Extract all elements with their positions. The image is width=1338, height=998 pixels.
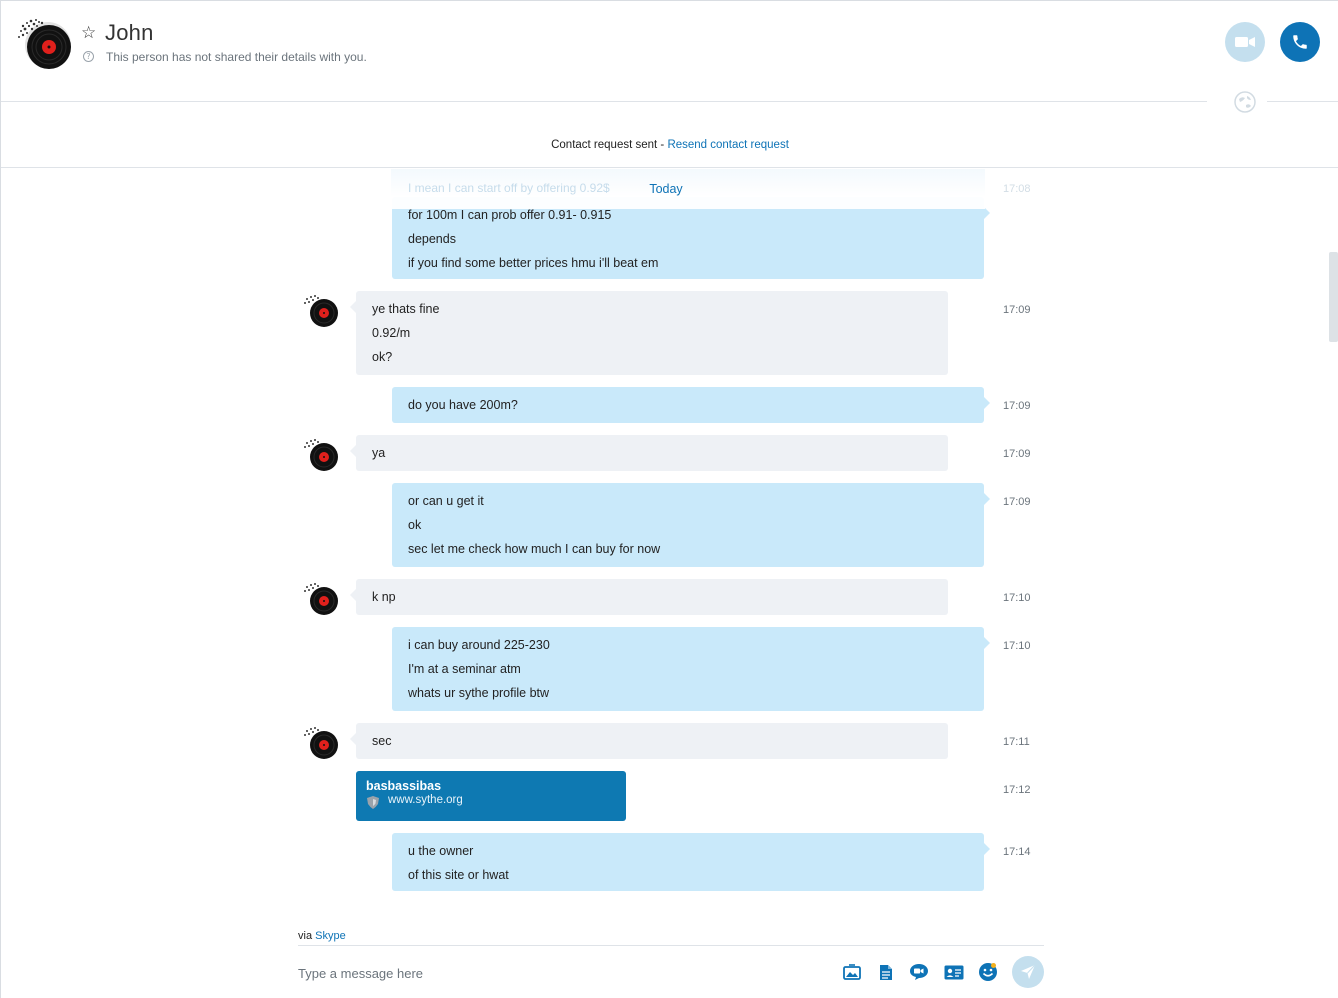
emoticon-button[interactable]: [978, 962, 998, 982]
resend-request-link[interactable]: Resend contact request: [667, 139, 788, 151]
message-line: ye thats fine: [372, 302, 440, 316]
message-outgoing[interactable]: i can buy around 225-230 I'm at a semina…: [392, 627, 990, 711]
message-line: or can u get it: [408, 494, 484, 508]
message-line: depends: [408, 232, 456, 246]
shield-icon: [367, 796, 379, 809]
via-label: via Skype: [298, 930, 346, 942]
message-line: ya: [372, 446, 386, 460]
emoticon-icon: [979, 963, 997, 981]
favorite-star-icon[interactable]: ☆: [81, 23, 96, 43]
sender-avatar[interactable]: [301, 725, 341, 761]
sender-avatar[interactable]: [301, 581, 341, 617]
contact-request-banner: Contact request sent - Resend contact re…: [1, 103, 1338, 168]
message-line: sec let me check how much I can buy for …: [408, 542, 661, 556]
message-outgoing[interactable]: or can u get it ok sec let me check how …: [392, 483, 990, 567]
message-timestamp: 17:09: [1003, 496, 1031, 508]
link-url[interactable]: www.sythe.org: [366, 794, 616, 809]
message-incoming[interactable]: ye thats fine 0.92/m ok?: [350, 291, 948, 375]
sender-avatar[interactable]: [301, 437, 341, 473]
message-timestamp: 17:11: [1003, 736, 1030, 748]
message-line: if you find some better prices hmu i'll …: [408, 256, 659, 270]
video-camera-icon: [1235, 37, 1255, 47]
message-line: i can buy around 225-230: [408, 638, 550, 652]
send-message-button[interactable]: [1012, 956, 1044, 988]
chat-window: ☆ John ? This person has not shared thei…: [0, 0, 1338, 998]
message-list[interactable]: for 100m I can prob offer 0.91- 0.915 de…: [1, 169, 1338, 929]
message-timestamp: 17:12: [1003, 784, 1031, 796]
message-timestamp: 17:09: [1003, 448, 1031, 460]
question-icon: ?: [83, 51, 94, 62]
audio-call-button[interactable]: [1280, 22, 1320, 62]
message-line: whats ur sythe profile btw: [408, 686, 550, 700]
link-preview-card[interactable]: basbassibas www.sythe.org: [356, 771, 626, 821]
send-arrow-icon: [1021, 964, 1036, 979]
message-timestamp: 17:10: [1003, 640, 1031, 652]
contact-avatar[interactable]: [15, 17, 73, 71]
contact-card-icon: [944, 965, 964, 979]
message-timestamp: 17:09: [1003, 400, 1031, 412]
message-line: sec: [372, 734, 392, 748]
message-input[interactable]: [298, 963, 818, 983]
media-icon: [843, 964, 861, 980]
video-message-button[interactable]: [909, 962, 929, 982]
send-contact-button[interactable]: [944, 962, 964, 982]
send-media-button[interactable]: [842, 962, 862, 982]
file-icon: [880, 964, 892, 980]
message-line: k np: [372, 590, 396, 604]
sender-avatar[interactable]: [301, 293, 341, 329]
message-line: I'm at a seminar atm: [408, 662, 521, 676]
composer-divider: [298, 945, 1044, 946]
message-incoming[interactable]: k np: [350, 579, 948, 615]
contact-name[interactable]: John: [105, 20, 154, 46]
via-skype-link[interactable]: Skype: [315, 930, 346, 942]
contact-request-text: Contact request sent - Resend contact re…: [1, 139, 1338, 151]
video-message-icon: [910, 964, 928, 980]
send-file-button[interactable]: [876, 962, 896, 982]
message-timestamp: 17:14: [1003, 846, 1031, 858]
message-line: ok: [408, 518, 422, 532]
via-prefix: via: [298, 930, 316, 942]
message-timestamp: 17:09: [1003, 304, 1031, 316]
scrollbar-thumb[interactable]: [1329, 252, 1338, 342]
conversation-header: ☆ John ? This person has not shared thei…: [1, 1, 1338, 102]
message-outgoing[interactable]: do you have 200m?: [392, 387, 990, 423]
faded-message: I mean I can start off by offering 0.92$: [408, 181, 610, 195]
contact-subtitle: This person has not shared their details…: [106, 50, 367, 64]
video-call-button[interactable]: [1225, 22, 1265, 62]
message-outgoing[interactable]: for 100m I can prob offer 0.91- 0.915 de…: [392, 197, 990, 279]
message-incoming[interactable]: sec: [350, 723, 948, 759]
date-separator: Today: [649, 182, 683, 196]
request-status: Contact request sent -: [551, 139, 668, 151]
phone-icon: [1293, 35, 1307, 49]
message-line: do you have 200m?: [408, 398, 518, 412]
message-incoming[interactable]: ya: [350, 435, 948, 471]
message-line: ok?: [372, 350, 393, 364]
message-line: 0.92/m: [372, 326, 411, 340]
faded-timestamp: 17:08: [1003, 183, 1031, 195]
link-url-text: www.sythe.org: [388, 794, 463, 806]
link-title[interactable]: basbassibas: [366, 779, 616, 793]
message-line: of this site or hwat: [408, 868, 509, 882]
message-outgoing[interactable]: u the owner of this site or hwat: [392, 833, 990, 891]
message-timestamp: 17:10: [1003, 592, 1031, 604]
message-line: u the owner: [408, 844, 474, 858]
